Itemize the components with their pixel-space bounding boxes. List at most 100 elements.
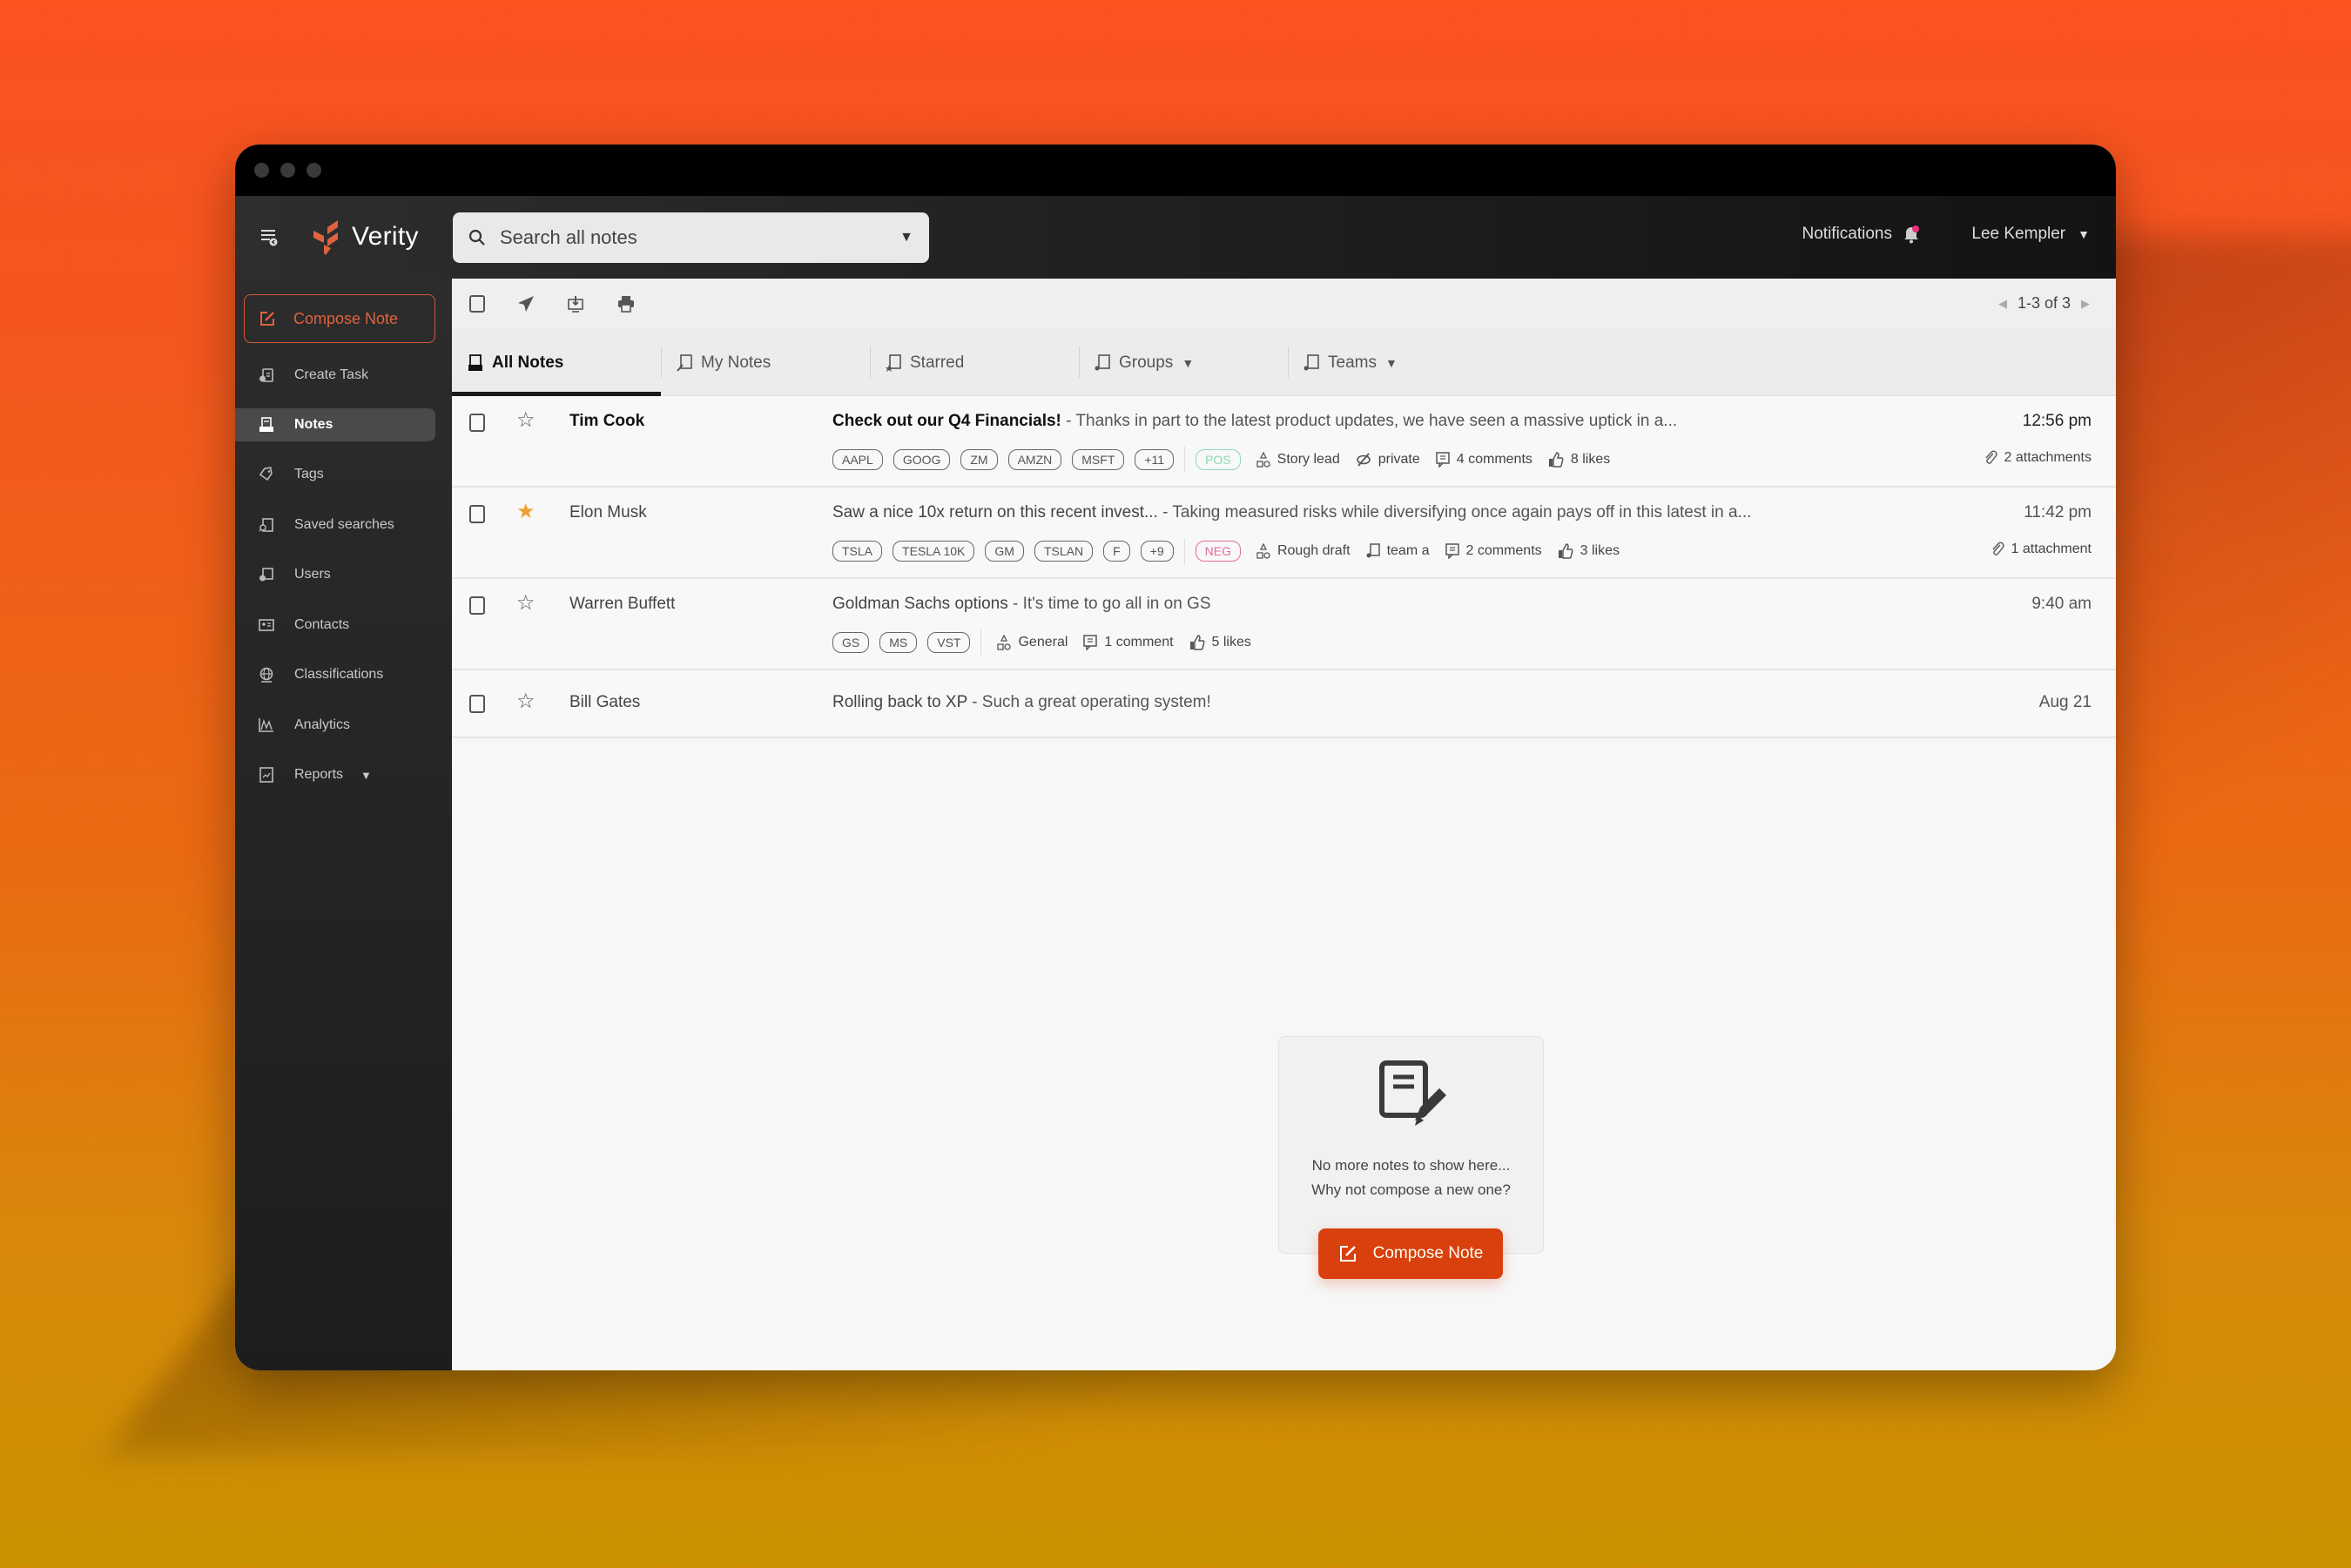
collapse-menu-icon[interactable] [259,227,279,246]
ticker-tag[interactable]: AAPL [832,449,883,470]
compose-note-cta-button[interactable]: Compose Note [1318,1228,1503,1279]
sidebar-item-tags[interactable]: Tags [235,458,435,491]
star-filled-icon[interactable]: ★ [516,501,536,522]
ticker-tag[interactable]: MSFT [1072,449,1125,470]
tab-my-notes[interactable]: My Notes [661,329,870,396]
ticker-tag[interactable]: TESLA 10K [893,541,975,562]
category: General [997,635,1068,650]
note-row[interactable]: ☆ Tim Cook Check out our Q4 Financials! … [452,396,2116,488]
window-zoom-dot[interactable] [307,163,321,178]
category-label: General [1018,635,1068,649]
likes[interactable]: 8 likes [1548,452,1610,468]
sidebar-item-analytics[interactable]: Analytics [235,709,435,742]
row-checkbox[interactable] [469,695,485,713]
likes[interactable]: 5 likes [1189,635,1251,650]
top-header: Verity Search all notes ▼ Notifications … [235,196,2116,279]
sidebar-item-label: Classifications [294,667,384,682]
window-minimize-dot[interactable] [280,163,295,178]
ticker-tag[interactable]: AMZN [1007,449,1062,470]
star-icon[interactable]: ☆ [516,691,536,712]
tab-groups[interactable]: Groups ▼ [1079,329,1288,396]
tab-all-notes[interactable]: All Notes [452,329,661,396]
compose-note-label: Compose Note [293,309,399,327]
ticker-tag[interactable]: GS [832,632,870,653]
attachments[interactable]: 2 attachments [1984,450,2092,466]
note-subject: Saw a nice 10x return on this recent inv… [832,503,1751,522]
my-notes-icon [677,353,692,372]
note-sender: Tim Cook [569,412,645,430]
likes[interactable]: 3 likes [1558,543,1620,559]
empty-state-line2: Why not compose a new one? [1311,1181,1511,1198]
star-icon[interactable]: ☆ [516,410,536,431]
subject-title: Check out our Q4 Financials! [832,412,1061,430]
note-row[interactable]: ★ Elon Musk Saw a nice 10x return on thi… [452,488,2116,579]
comments[interactable]: 4 comments [1436,452,1533,468]
note-time: 9:40 am [2031,595,2092,613]
note-row[interactable]: ☆ Warren Buffett Goldman Sachs options -… [452,579,2116,670]
sidebar-item-contacts[interactable]: Contacts [235,609,435,642]
empty-state-line1: No more notes to show here... [1311,1157,1511,1174]
tab-teams[interactable]: Teams ▼ [1288,329,1497,396]
ticker-tag[interactable]: VST [927,632,971,653]
sidebar-item-reports[interactable]: Reports ▼ [235,758,435,791]
subject-snippet: - It's time to go all in on GS [1007,595,1211,613]
ticker-tag[interactable]: GOOG [893,449,951,470]
tab-label: Groups [1119,353,1174,372]
category-label: Rough draft [1277,543,1351,558]
starred-notes-icon [886,353,901,372]
ticker-tag[interactable]: ZM [960,449,998,470]
ticker-tag[interactable]: GM [985,541,1024,562]
send-icon[interactable] [516,294,536,313]
divider [1183,538,1185,564]
ticker-tag[interactable]: F [1103,541,1130,562]
notifications-button[interactable]: Notifications [1802,225,1921,244]
row-checkbox[interactable] [469,596,485,615]
ticker-tag[interactable]: MS [879,632,918,653]
sidebar-item-label: Notes [294,417,333,432]
reports-dropdown-icon[interactable]: ▼ [360,769,372,782]
empty-state-card: No more notes to show here... Why not co… [1278,1036,1544,1254]
title-bar [235,145,2116,196]
compose-note-button[interactable]: Compose Note [244,294,435,343]
select-all-checkbox[interactable] [468,294,487,313]
ticker-tag[interactable]: TSLAN [1034,541,1094,562]
teams-icon [1303,353,1319,370]
app-window: Verity Search all notes ▼ Notifications … [235,145,2116,1370]
more-tags[interactable]: +9 [1140,541,1174,562]
app-logo[interactable]: Verity [312,219,419,255]
comments[interactable]: 1 comment [1083,635,1174,650]
print-icon[interactable] [616,294,636,313]
more-tags[interactable]: +11 [1135,449,1175,470]
shapes-icon [1256,543,1270,559]
eye-off-icon [1356,453,1371,467]
search-icon [468,229,485,246]
row-checkbox[interactable] [469,414,485,432]
attachments[interactable]: 1 attachment [1991,542,2092,557]
tab-starred[interactable]: Starred [870,329,1079,396]
star-icon[interactable]: ☆ [516,593,536,614]
sidebar-item-saved-searches[interactable]: Saved searches [235,508,435,542]
sidebar-item-create-task[interactable]: Create Task [235,359,435,392]
row-checkbox[interactable] [469,505,485,523]
reports-icon [258,766,275,784]
sidebar-item-notes[interactable]: Notes [235,408,435,441]
search-input[interactable]: Search all notes [500,226,899,249]
comments-label: 4 comments [1456,452,1533,467]
subject-snippet: - Taking measured risks while diversifyi… [1157,503,1752,522]
shapes-icon [1256,452,1270,468]
download-icon[interactable] [566,294,585,313]
sidebar-item-classifications[interactable]: Classifications [235,658,435,691]
note-row[interactable]: ☆ Bill Gates Rolling back to XP - Such a… [452,670,2116,738]
search-bar[interactable]: Search all notes ▼ [453,212,929,263]
user-menu[interactable]: Lee Kempler ▼ [1971,225,2090,244]
ticker-tag[interactable]: TSLA [832,541,883,562]
sidebar-item-users[interactable]: Users [235,558,435,591]
comment-icon [1083,635,1098,650]
next-page-icon[interactable]: ▶ [2081,297,2090,311]
window-close-dot[interactable] [254,163,269,178]
prev-page-icon[interactable]: ◀ [1998,297,2007,311]
divider [1184,447,1186,473]
thumbs-up-icon [1558,543,1573,559]
search-dropdown-icon[interactable]: ▼ [899,230,913,246]
comments[interactable]: 2 comments [1445,543,1542,559]
